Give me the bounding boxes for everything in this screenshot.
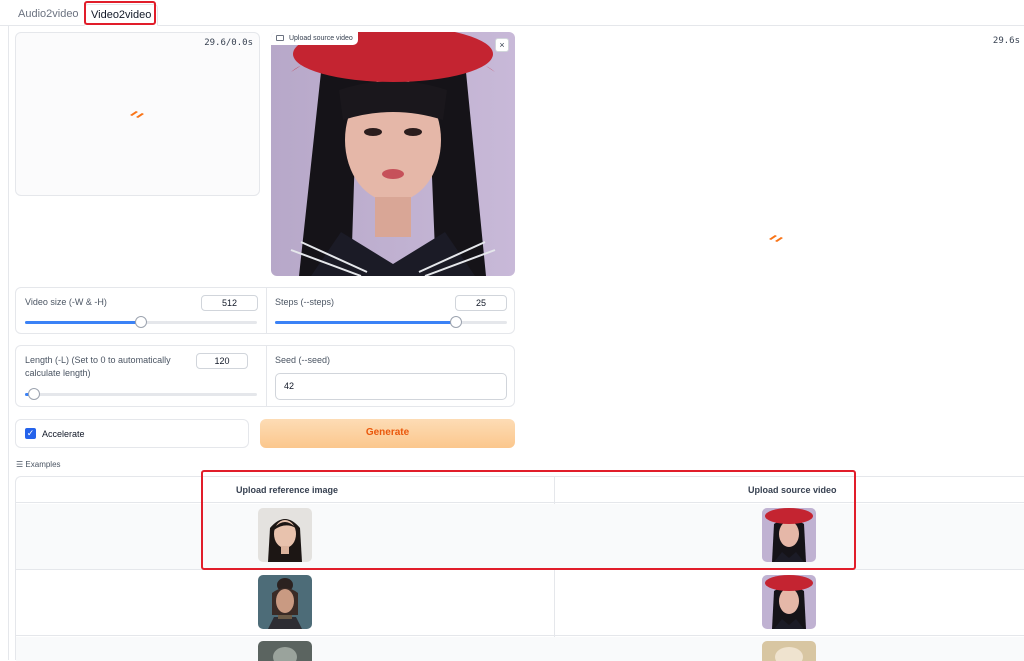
generate-button[interactable]: Generate <box>260 419 515 448</box>
video-size-input[interactable]: 512 <box>201 295 258 311</box>
tab-bar: Audio2video Video2video <box>0 0 1024 26</box>
length-input[interactable]: 120 <box>196 353 248 369</box>
video-icon <box>276 35 284 42</box>
tab-audio2video[interactable]: Audio2video <box>12 4 85 26</box>
loading-icon <box>130 111 144 118</box>
example-reference-image[interactable] <box>258 641 312 661</box>
example-reference-image[interactable] <box>258 508 312 562</box>
source-video-frame <box>271 32 515 276</box>
container-border <box>8 26 9 660</box>
list-icon: ☰ <box>16 460 24 469</box>
table-row[interactable] <box>16 571 1024 636</box>
steps-input[interactable]: 25 <box>455 295 507 311</box>
examples-heading: ☰ Examples <box>16 460 61 469</box>
table-row[interactable] <box>16 504 1024 570</box>
source-video[interactable]: Upload source video × <box>271 32 515 276</box>
result-timer: 29.6s <box>992 36 1020 46</box>
seed-label: Seed (--seed) <box>275 355 331 365</box>
accelerate-checkbox[interactable]: ✓ <box>25 428 36 439</box>
slider-row-2: Length (-L) (Set to 0 to automatically c… <box>15 345 515 407</box>
example-source-video[interactable] <box>762 508 816 562</box>
video-size-label: Video size (-W & -H) <box>25 297 107 307</box>
accelerate-option[interactable]: ✓ Accelerate <box>15 419 249 448</box>
length-label: Length (-L) (Set to 0 to automatically c… <box>25 355 171 378</box>
output-video-panel[interactable]: 29.6/0.0s <box>15 32 260 196</box>
slider-row-1: Video size (-W & -H) 512 Steps (--steps)… <box>15 287 515 334</box>
length-slider[interactable] <box>25 388 257 400</box>
example-source-video[interactable] <box>762 575 816 629</box>
steps-slider[interactable] <box>275 316 507 328</box>
examples-table: Upload reference image Upload source vid… <box>15 476 1024 661</box>
header-reference-image: Upload reference image <box>236 485 339 495</box>
seed-input[interactable]: 42 <box>275 373 507 400</box>
length-slider-thumb[interactable] <box>28 388 40 400</box>
example-source-video[interactable] <box>762 641 816 661</box>
loading-icon <box>769 235 783 242</box>
accelerate-label: Accelerate <box>42 429 85 439</box>
table-row[interactable] <box>16 637 1024 661</box>
tab-video2video[interactable]: Video2video <box>84 4 159 26</box>
result-video-panel[interactable]: 29.6s <box>524 26 1024 466</box>
steps-label: Steps (--steps) <box>275 297 335 307</box>
video-size-slider[interactable] <box>25 316 257 328</box>
example-reference-image[interactable] <box>258 575 312 629</box>
close-icon[interactable]: × <box>495 38 509 52</box>
steps-slider-thumb[interactable] <box>450 316 462 328</box>
video-size-slider-thumb[interactable] <box>135 316 147 328</box>
source-video-label: Upload source video <box>271 32 358 45</box>
output-timer: 29.6/0.0s <box>204 38 253 48</box>
examples-header-row <box>16 477 1024 503</box>
header-source-video: Upload source video <box>748 485 837 495</box>
